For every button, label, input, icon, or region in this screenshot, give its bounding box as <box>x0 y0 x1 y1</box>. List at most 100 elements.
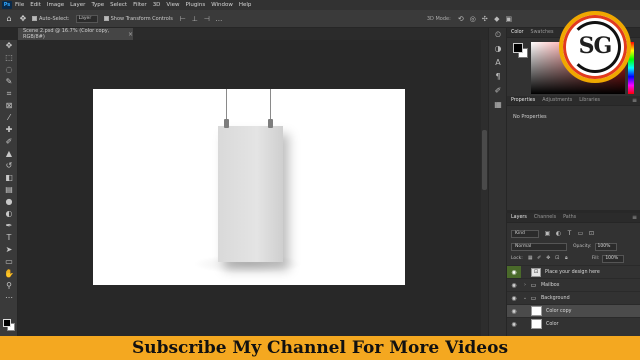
healing-icon[interactable]: ✚ <box>0 124 18 136</box>
shape-icon[interactable]: ▭ <box>0 256 18 268</box>
brush-settings-icon[interactable]: ✐ <box>489 84 507 98</box>
layer-row-selected[interactable]: ◉ Color copy <box>507 304 640 317</box>
align-center-icon[interactable]: ⊥ <box>191 15 199 23</box>
character-icon[interactable]: A <box>489 56 507 70</box>
align-right-icon[interactable]: ⊣ <box>203 15 211 23</box>
eye-icon[interactable]: ◉ <box>507 321 521 328</box>
eye-icon[interactable]: ◉ <box>507 295 521 302</box>
chevron-right-icon[interactable]: › <box>521 282 529 288</box>
lock-artboard-icon[interactable]: ⊡ <box>554 255 561 262</box>
opacity-label: Opacity: <box>573 244 592 249</box>
lock-move-icon[interactable]: ✥ <box>545 255 552 262</box>
menu-filter[interactable]: Filter <box>133 2 147 8</box>
panel-menu-icon[interactable]: ≡ <box>632 97 637 104</box>
3d-camera-icon[interactable]: ▣ <box>505 15 513 23</box>
brush-icon[interactable]: ✐ <box>0 136 18 148</box>
crop-icon[interactable]: ⌗ <box>0 88 18 100</box>
color-fg-swatch[interactable] <box>513 43 523 53</box>
close-icon[interactable]: × <box>128 31 133 38</box>
filter-smart-icon[interactable]: ⊡ <box>587 230 596 238</box>
kind-filter-dropdown[interactable]: Kind <box>511 229 539 238</box>
canvas-scrollbar[interactable] <box>481 40 488 336</box>
history-icon[interactable]: ⏲ <box>489 28 507 42</box>
menu-view[interactable]: View <box>166 2 179 8</box>
tab-properties[interactable]: Properties <box>511 98 535 103</box>
tab-adjustments[interactable]: Adjustments <box>542 98 572 103</box>
menu-plugins[interactable]: Plugins <box>185 2 205 8</box>
menu-type[interactable]: Type <box>91 2 104 8</box>
tab-color[interactable]: Color <box>511 30 524 35</box>
menu-file[interactable]: File <box>15 2 24 8</box>
tab-swatches[interactable]: Swatches <box>531 30 554 35</box>
move-icon[interactable]: ✥ <box>0 40 18 52</box>
3d-roll-icon[interactable]: ◎ <box>469 15 477 23</box>
layer-row[interactable]: ◉ › ▭ Mailbox <box>507 278 640 291</box>
marquee-icon[interactable]: ⬚ <box>0 52 18 64</box>
more-options-icon[interactable]: … <box>215 15 223 23</box>
filter-adjust-icon[interactable]: ◐ <box>554 230 563 238</box>
menu-select[interactable]: Select <box>110 2 127 8</box>
lasso-icon[interactable]: ◌ <box>0 64 18 76</box>
document-tab[interactable]: Scene 2.psd @ 16.7% (Color copy, RGB/8#)… <box>18 28 133 40</box>
layer-row[interactable]: ◉ Color <box>507 317 640 330</box>
blur-icon[interactable]: ● <box>0 196 18 208</box>
3d-orbit-icon[interactable]: ⟲ <box>457 15 465 23</box>
frame-icon[interactable]: ⊠ <box>0 100 18 112</box>
menu-3d[interactable]: 3D <box>153 2 161 8</box>
eye-icon[interactable]: ◉ <box>507 282 521 289</box>
adjust-icon[interactable]: ◑ <box>489 42 507 56</box>
photoshop-logo-icon[interactable]: Ps <box>2 1 12 9</box>
tab-libraries[interactable]: Libraries <box>579 98 600 103</box>
menu-image[interactable]: Image <box>47 2 64 8</box>
path-select-icon[interactable]: ➤ <box>0 244 18 256</box>
menu-help[interactable]: Help <box>239 2 252 8</box>
quick-select-icon[interactable]: ✎ <box>0 76 18 88</box>
menu-edit[interactable]: Edit <box>30 2 41 8</box>
hand-icon[interactable]: ✋ <box>0 268 18 280</box>
menu-window[interactable]: Window <box>211 2 233 8</box>
lock-pixels-icon[interactable]: ▦ <box>527 255 534 262</box>
eraser-icon[interactable]: ◧ <box>0 172 18 184</box>
scrollbar-thumb[interactable] <box>482 130 487 190</box>
type-icon[interactable]: T <box>0 232 18 244</box>
tab-channels[interactable]: Channels <box>534 215 556 220</box>
filter-type-icon[interactable]: T <box>565 230 574 238</box>
tab-layers[interactable]: Layers <box>511 215 527 220</box>
show-transform-checkbox[interactable] <box>103 16 109 21</box>
chevron-down-icon[interactable]: ⌄ <box>521 295 529 301</box>
stamp-icon[interactable]: ▲ <box>0 148 18 160</box>
filter-pixel-icon[interactable]: ▣ <box>543 230 552 238</box>
menu-layer[interactable]: Layer <box>70 2 85 8</box>
auto-select-dropdown[interactable]: Layer <box>75 14 98 23</box>
gradient-icon[interactable]: ▤ <box>0 184 18 196</box>
eyedropper-icon[interactable]: ⁄ <box>0 112 18 124</box>
eye-icon[interactable]: ◉ <box>507 265 521 279</box>
zoom-icon[interactable]: ⚲ <box>0 280 18 292</box>
3d-slide-icon[interactable]: ◆ <box>493 15 501 23</box>
home-icon[interactable]: ⌂ <box>4 14 14 24</box>
pen-icon[interactable]: ✒ <box>0 220 18 232</box>
foreground-color-swatch[interactable] <box>3 319 11 327</box>
history-brush-icon[interactable]: ↺ <box>0 160 18 172</box>
tab-paths[interactable]: Paths <box>563 215 576 220</box>
fill-input[interactable]: 100% <box>602 254 625 263</box>
layer-row[interactable]: ◉ ⌄ ▭ Background <box>507 291 640 304</box>
auto-select-checkbox[interactable] <box>32 16 37 21</box>
opacity-input[interactable]: 100% <box>594 242 617 251</box>
lock-all-icon[interactable]: 🔒︎ <box>563 255 570 262</box>
lock-paint-icon[interactable]: ✐ <box>536 255 543 262</box>
document-canvas[interactable] <box>93 89 405 285</box>
3d-pan-icon[interactable]: ✣ <box>481 15 489 23</box>
swatches-icon[interactable]: ▦ <box>489 98 507 112</box>
layer-row[interactable]: ◉ ⊡ Place your design here <box>507 265 640 279</box>
dodge-icon[interactable]: ◐ <box>0 208 18 220</box>
more-tools-icon[interactable]: ⋯ <box>0 292 18 304</box>
eye-icon[interactable]: ◉ <box>507 308 521 315</box>
align-left-icon[interactable]: ⊢ <box>179 15 187 23</box>
blend-mode-dropdown[interactable]: Normal <box>511 242 567 251</box>
filter-shape-icon[interactable]: ▭ <box>576 230 585 238</box>
canvas-workspace[interactable] <box>18 40 488 336</box>
paragraph-icon[interactable]: ¶ <box>489 70 507 84</box>
layers-menu-icon[interactable]: ≡ <box>632 214 637 221</box>
move-tool-icon[interactable]: ✥ <box>18 14 28 24</box>
